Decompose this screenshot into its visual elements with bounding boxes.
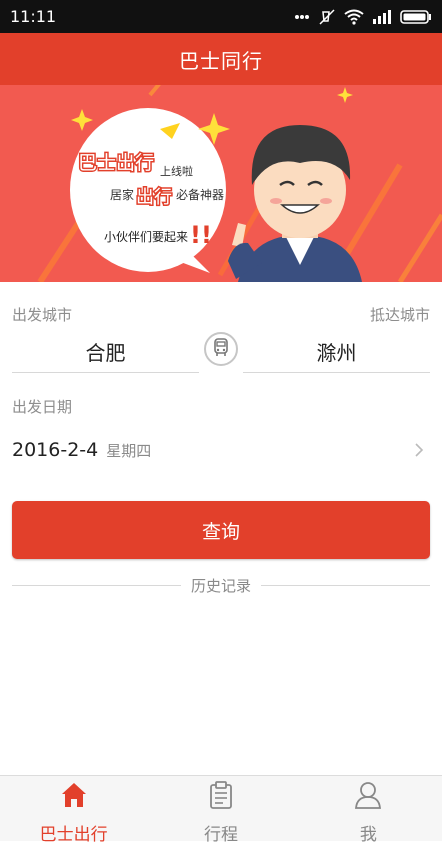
battery-icon — [400, 9, 432, 25]
query-button[interactable]: 查询 — [12, 501, 430, 559]
to-city-field[interactable]: 滁州 — [243, 334, 430, 373]
from-city-field[interactable]: 合肥 — [12, 334, 199, 373]
swap-cities-button[interactable] — [204, 332, 238, 366]
banner-line2-prefix: 居家 — [110, 187, 134, 202]
date-value: 2016-2-4 — [12, 439, 99, 461]
bottom-tab-bar: 巴士出行 行程 我 — [0, 775, 442, 845]
date-picker-row[interactable]: 2016-2-4 星期四 — [12, 432, 430, 468]
wifi-icon — [344, 9, 364, 25]
tab-label: 巴士出行 — [39, 825, 108, 845]
tab-label: 行程 — [203, 825, 238, 845]
status-bar: 11:11 — [0, 0, 442, 33]
status-icons — [294, 8, 432, 26]
banner-line1-suffix: 上线啦 — [160, 164, 193, 178]
banner-line2-suffix: 必备神器 — [176, 188, 224, 202]
history-label: 历史记录 — [191, 576, 252, 595]
mute-icon — [318, 8, 336, 26]
cartoon-man-illustration — [228, 125, 362, 282]
promo-banner[interactable]: 巴士出行 上线啦 居家 出行 必备神器 小伙伴们要起来 !! — [0, 85, 442, 282]
date-label: 出发日期 — [12, 398, 73, 416]
history-divider: 历史记录 — [12, 574, 431, 596]
signal-icon — [372, 9, 392, 25]
tab-me[interactable]: 我 — [295, 776, 442, 845]
weekday-text: 星期四 — [106, 441, 152, 460]
tab-label: 我 — [359, 825, 377, 845]
banner-line3: 小伙伴们要起来 — [104, 229, 188, 244]
banner-line2-highlight: 出行 — [136, 187, 172, 208]
status-time: 11:11 — [10, 7, 57, 26]
chevron-right-icon — [414, 442, 424, 462]
banner-illustration: 巴士出行 上线啦 居家 出行 必备神器 小伙伴们要起来 !! — [37, 85, 442, 282]
to-city-label: 抵达城市 — [369, 306, 430, 324]
home-icon — [59, 780, 89, 814]
divider-line — [261, 584, 431, 586]
city-labels-row: 出发城市 抵达城市 — [12, 304, 430, 325]
divider-line — [12, 584, 181, 586]
clipboard-icon — [206, 780, 236, 814]
app-header: 巴士同行 — [0, 33, 442, 85]
from-city-label: 出发城市 — [12, 306, 73, 324]
user-icon — [353, 780, 383, 814]
tab-bus-travel[interactable]: 巴士出行 — [0, 776, 147, 845]
tab-itinerary[interactable]: 行程 — [147, 776, 294, 845]
more-dots-icon — [294, 14, 310, 20]
svg-text:!!: !! — [190, 221, 212, 249]
banner-line1: 巴士出行 — [78, 152, 154, 174]
page-title: 巴士同行 — [179, 48, 263, 73]
bus-icon — [210, 336, 232, 362]
